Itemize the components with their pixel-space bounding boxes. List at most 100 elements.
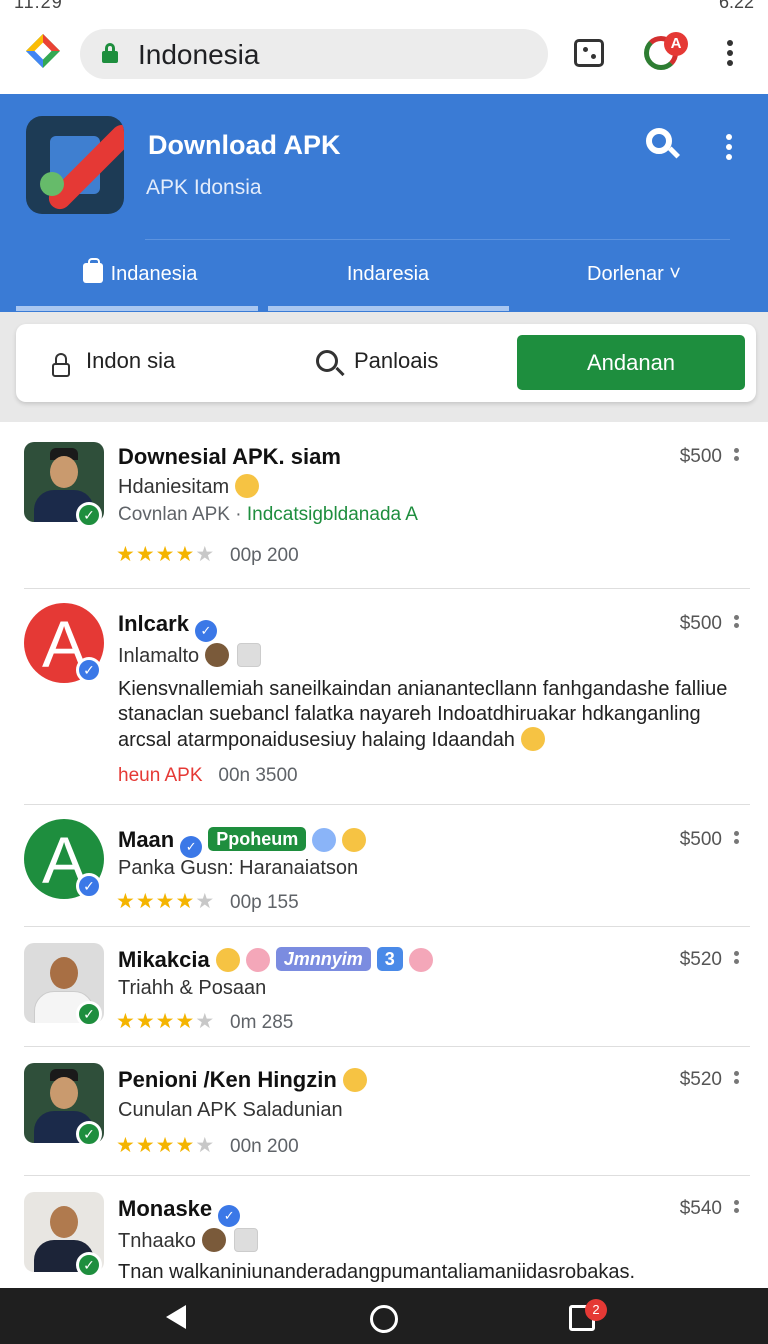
tab-switcher-icon[interactable]	[574, 39, 604, 67]
verified-badge-icon: ✓	[180, 836, 203, 858]
item-price: $520	[679, 1069, 722, 1090]
item-menu-icon[interactable]	[734, 951, 739, 967]
item-subtitle: Cunulan APK Saladunian	[118, 1099, 343, 1121]
item-price: $500	[679, 613, 722, 634]
item-subtitle: Triahh & Posaan	[118, 977, 267, 999]
filter-card: Indon sia Panloais Andanan	[16, 324, 756, 402]
item-developer-link: Indcatsigbldanada A	[246, 504, 418, 525]
verified-check-icon: ✓	[76, 502, 102, 528]
item-title: Monaske ✓	[118, 1196, 241, 1227]
rating-meta: 00p 155	[230, 892, 299, 913]
divider	[24, 1175, 750, 1176]
item-title: Maan ✓ Ppoheum	[118, 827, 367, 858]
divider	[24, 1046, 750, 1047]
item-subtitle: Panka Gusn: Haranaiatson	[118, 857, 359, 879]
app-logo-icon	[26, 116, 124, 214]
back-icon[interactable]	[166, 1305, 186, 1329]
lock-icon	[102, 43, 118, 63]
rating-stars: ★★★★★	[116, 890, 216, 913]
verified-check-icon: ✓	[76, 1001, 102, 1027]
rating-stars: ★★★★★	[116, 543, 216, 566]
divider	[24, 926, 750, 927]
lock-filter-label[interactable]: Indon sia	[86, 348, 175, 374]
item-title: Mikakcia Jmnnyim 3	[118, 947, 433, 973]
filter-area: Indon sia Panloais Andanan	[0, 312, 768, 422]
url-text[interactable]: Indonesia	[138, 39, 259, 71]
system-nav-bar	[0, 1288, 768, 1344]
item-price: $540	[679, 1198, 722, 1219]
item-menu-icon[interactable]	[734, 615, 739, 631]
shopping-bag-icon	[82, 258, 103, 283]
item-title: Penioni /Ken Hingzin	[118, 1067, 367, 1093]
item-meta: heun APK 00n 3500	[118, 765, 298, 786]
rating-meta: 00n 200	[230, 1136, 299, 1157]
search-icon[interactable]	[316, 350, 338, 372]
emoji-icon	[235, 474, 260, 498]
verified-check-icon: ✓	[76, 1252, 102, 1278]
address-bar[interactable]: Indonesia	[80, 29, 548, 79]
tab-dorlenar[interactable]: Dorlenar ˅	[516, 254, 752, 294]
lock-outline-icon	[52, 353, 70, 377]
tab-indaresia[interactable]: Indaresia	[268, 254, 508, 294]
item-subtitle: Inlamalto	[118, 643, 262, 668]
verified-badge-icon: ✓	[194, 620, 217, 642]
app-subtitle: APK Idonsia	[146, 176, 262, 199]
emoji-icon	[408, 948, 433, 972]
search-filter-label[interactable]: Panloais	[354, 348, 438, 374]
verified-check-icon: ✓	[76, 1121, 102, 1147]
tag-pill: Jmnnyim	[275, 947, 371, 971]
emoji-icon	[342, 1068, 367, 1092]
item-description: Kiensvnallemiah saneilkaindan anianantec…	[118, 678, 728, 751]
item-price: $520	[679, 949, 722, 970]
profile-badge: A	[664, 32, 688, 56]
browser-logo-icon[interactable]	[24, 32, 62, 70]
item-menu-icon[interactable]	[734, 448, 739, 464]
divider	[24, 804, 750, 805]
item-title: Downesial APK. siam	[118, 444, 341, 469]
settings-icon[interactable]	[646, 128, 676, 158]
item-menu-icon[interactable]	[734, 1071, 739, 1087]
primary-action-button[interactable]: Andanan	[517, 335, 745, 390]
item-description: Tnan walkaniniunanderadangpumantaliamani…	[118, 1261, 636, 1283]
tab-indicator	[268, 306, 509, 311]
tab-label: Indanesia	[110, 263, 198, 285]
divider	[24, 588, 750, 589]
verified-check-icon: ✓	[76, 657, 102, 683]
app-title: Download APK	[148, 130, 341, 160]
verified-check-icon: ✓	[76, 873, 102, 899]
tab-label: Dorlenar ˅	[587, 263, 681, 285]
item-title: Inlcark ✓	[118, 611, 217, 642]
tab-label: Indaresia	[346, 263, 430, 285]
item-meta: Covnlan APK · Indcatsigbldanada A	[118, 504, 418, 525]
rating-meta: 00p 200	[230, 545, 299, 566]
emoji-icon	[245, 948, 270, 972]
emoji-icon	[215, 948, 240, 972]
rating-meta: 0m 285	[230, 1012, 294, 1033]
tab-indanesia[interactable]: Indanesia	[20, 254, 260, 294]
tab-indicator	[16, 306, 258, 311]
status-right-time: 6:22	[718, 0, 754, 12]
item-menu-icon[interactable]	[734, 831, 739, 847]
count-pill: 3	[376, 947, 403, 971]
photo-icon	[233, 1228, 258, 1252]
item-subtitle: Tnhaako	[118, 1228, 258, 1253]
browser-menu-icon[interactable]	[727, 40, 733, 66]
item-price: $500	[679, 446, 722, 467]
notification-badge: 2	[585, 1299, 607, 1321]
header-divider	[145, 239, 730, 240]
app-header: Download APK APK Idonsia Indanesia Indar…	[0, 94, 768, 312]
emoji-icon	[205, 643, 230, 667]
home-icon[interactable]	[370, 1305, 398, 1333]
emoji-icon	[201, 1228, 226, 1252]
item-subtitle: Hdaniesitam	[118, 474, 260, 499]
rating-stars: ★★★★★	[116, 1010, 216, 1033]
emoji-icon	[312, 828, 337, 852]
photo-icon	[237, 643, 262, 667]
status-time: 11:29	[14, 0, 63, 12]
status-bar: 11:29 6:22	[0, 0, 768, 14]
rating-stars: ★★★★★	[116, 1134, 216, 1157]
item-menu-icon[interactable]	[734, 1200, 739, 1216]
item-price: $500	[679, 829, 722, 850]
header-menu-icon[interactable]	[726, 134, 732, 160]
emoji-icon	[520, 727, 545, 751]
